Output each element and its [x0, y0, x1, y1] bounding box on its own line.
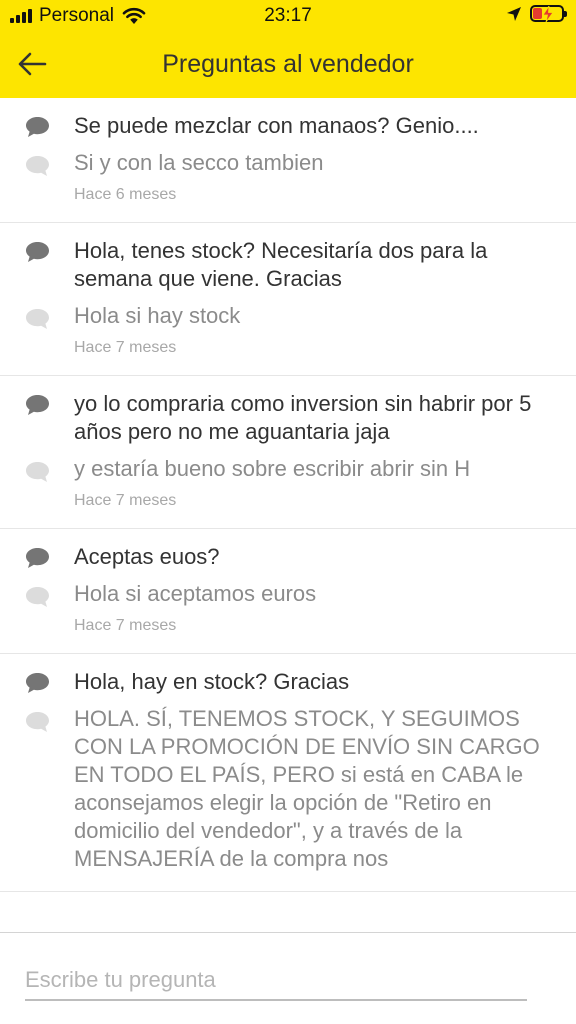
answer-text: Hola si hay stock [74, 303, 241, 328]
questions-list[interactable]: Se puede mezclar con manaos? Genio.... S… [0, 98, 576, 932]
question-row: yo lo compraria como inversion sin habri… [0, 390, 556, 446]
qa-item: yo lo compraria como inversion sin habri… [0, 376, 576, 529]
answer-row: Hola si hay stock [0, 302, 556, 330]
answer-bubble-icon [26, 462, 49, 482]
qa-item: Hola, hay en stock? Gracias HOLA. SÍ, TE… [0, 654, 576, 892]
question-bubble-icon [26, 673, 49, 693]
location-arrow-icon [507, 6, 521, 21]
qa-item: Hola, tenes stock? Necesitaría dos para … [0, 223, 576, 376]
answer-text: Si y con la secco tambien [74, 150, 324, 175]
qa-item: Se puede mezclar con manaos? Genio.... S… [0, 98, 576, 223]
question-bubble-icon [26, 548, 49, 568]
answer-row: Si y con la secco tambien [0, 149, 556, 177]
answer-text: y estaría bueno sobre escribir abrir sin… [74, 456, 471, 481]
question-row: Hola, hay en stock? Gracias [0, 668, 556, 696]
battery-charging-icon [530, 5, 567, 22]
status-time: 23:17 [264, 5, 312, 26]
answer-bubble-icon [26, 309, 49, 329]
question-text: Aceptas euos? [74, 544, 220, 569]
qa-item: Aceptas euos? Hola si aceptamos euros Ha… [0, 529, 576, 654]
answer-bubble-icon [26, 156, 49, 176]
ask-question-bar [0, 932, 576, 1024]
answer-row: Hola si aceptamos euros [0, 580, 556, 608]
question-bubble-icon [26, 395, 49, 415]
answer-row: y estaría bueno sobre escribir abrir sin… [0, 455, 556, 483]
app-header: Personal 23:17 Preguntas al vendedor [0, 0, 576, 98]
question-text: Hola, tenes stock? Necesitaría dos para … [74, 238, 488, 291]
answer-date: Hace 6 meses [74, 186, 177, 203]
answer-date: Hace 7 meses [74, 492, 177, 509]
answer-text: HOLA. SÍ, TENEMOS STOCK, Y SEGUIMOS CON … [74, 706, 540, 871]
question-row: Hola, tenes stock? Necesitaría dos para … [0, 237, 556, 293]
navigation-bar: Preguntas al vendedor [0, 32, 576, 98]
question-row: Se puede mezclar con manaos? Genio.... [0, 112, 556, 140]
question-bubble-icon [26, 242, 49, 262]
question-text: Se puede mezclar con manaos? Genio.... [74, 113, 479, 138]
answer-bubble-icon [26, 712, 49, 732]
page-title: Preguntas al vendedor [162, 50, 414, 78]
answer-date: Hace 7 meses [74, 617, 177, 634]
answer-bubble-icon [26, 587, 49, 607]
status-bar: Personal 23:17 [0, 0, 576, 32]
question-input[interactable] [25, 961, 527, 1001]
question-bubble-icon [26, 117, 49, 137]
answer-row: HOLA. SÍ, TENEMOS STOCK, Y SEGUIMOS CON … [0, 705, 556, 873]
question-row: Aceptas euos? [0, 543, 556, 571]
question-text: Hola, hay en stock? Gracias [74, 669, 350, 694]
answer-date: Hace 7 meses [74, 339, 177, 356]
answer-text: Hola si aceptamos euros [74, 581, 317, 606]
question-text: yo lo compraria como inversion sin habri… [74, 391, 532, 444]
